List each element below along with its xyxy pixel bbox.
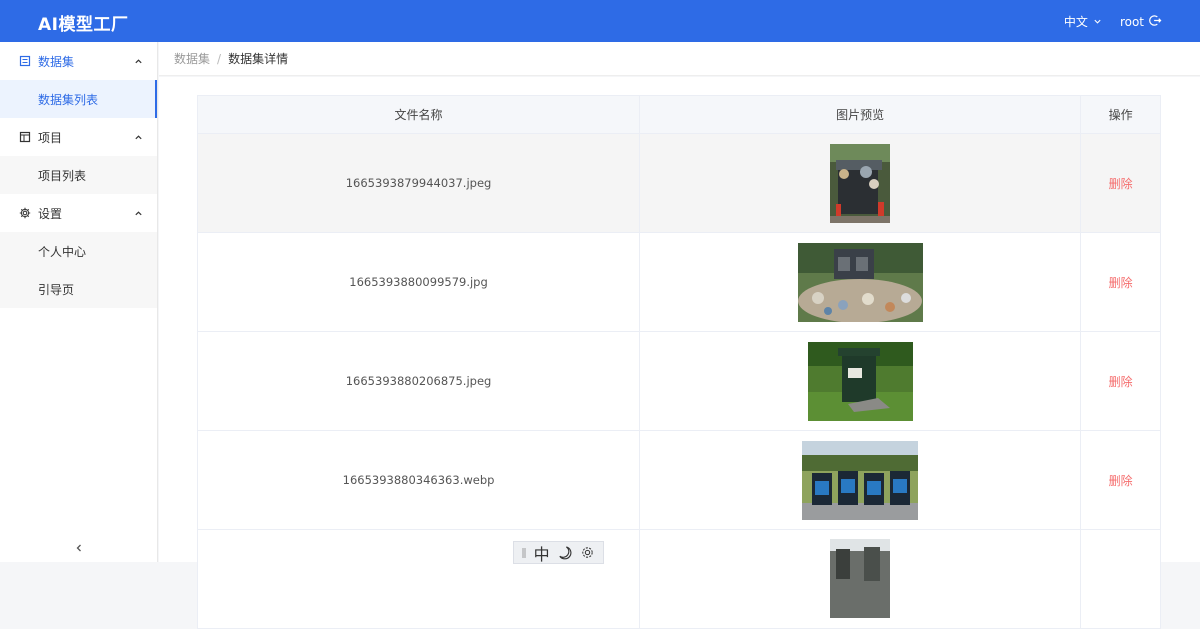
action-cell: 删除 (1081, 134, 1160, 232)
image-preview-thumbnail[interactable] (830, 539, 891, 618)
table-row: 1665393879944037.jpeg 删除 (198, 134, 1160, 233)
sidebar-item-project-list[interactable]: 项目列表 (0, 156, 157, 194)
file-name-cell: 1665393880206875.jpeg (198, 332, 641, 430)
breadcrumb-dataset[interactable]: 数据集 (174, 50, 210, 67)
table-row: 1665393880346363.webp 删除 (198, 431, 1160, 530)
logout-icon[interactable] (1149, 14, 1162, 30)
delete-button[interactable]: 删除 (1109, 373, 1133, 390)
sidebar-item-profile[interactable]: 个人中心 (0, 232, 157, 270)
action-cell: 删除 (1081, 233, 1160, 331)
username-label: root (1119, 14, 1144, 29)
preview-cell (640, 134, 1082, 232)
menu-header-dataset[interactable]: 数据集 (0, 42, 157, 80)
menu-group-settings: 设置 个人中心 引导页 (0, 194, 157, 308)
chevron-up-icon (134, 207, 143, 221)
dataset-detail-table: 文件名称 图片预览 操作 1665393879944037.jpeg 删除 16… (197, 95, 1161, 629)
menu-header-settings[interactable]: 设置 (0, 194, 157, 232)
sidebar-item-guide[interactable]: 引导页 (0, 270, 157, 308)
breadcrumb-separator: / (217, 51, 222, 66)
sidebar-collapse-button[interactable] (70, 540, 88, 558)
menu-header-label: 数据集 (38, 54, 75, 69)
sidebar: 数据集 数据集列表 项目 项目列表 设置 个人中心 引导页 (0, 42, 158, 562)
user-logout[interactable]: root (1120, 14, 1162, 30)
chevron-up-icon (134, 131, 143, 145)
sidebar-item-label: 项目列表 (38, 168, 87, 183)
preview-cell (640, 530, 1082, 628)
ime-floating-toolbar: 中 (513, 541, 604, 564)
image-preview-thumbnail[interactable] (802, 440, 919, 520)
action-cell: 删除 (1081, 431, 1160, 529)
chevron-up-icon (134, 55, 143, 69)
menu-group-dataset: 数据集 数据集列表 (0, 42, 157, 118)
file-name-cell: 1665393880346363.webp (198, 431, 641, 529)
delete-button[interactable]: 删除 (1109, 472, 1133, 489)
table-row (198, 530, 1160, 629)
preview-cell (640, 431, 1082, 529)
delete-button[interactable]: 删除 (1109, 274, 1133, 291)
language-dropdown[interactable]: 中文 (1064, 13, 1102, 30)
chevron-left-icon (74, 542, 84, 556)
breadcrumb: 数据集 / 数据集详情 (159, 42, 1200, 76)
header-preview: 图片预览 (640, 96, 1082, 133)
sidebar-item-dataset-list[interactable]: 数据集列表 (0, 80, 157, 118)
menu-header-label: 项目 (38, 130, 63, 145)
sidebar-item-label: 个人中心 (38, 244, 87, 259)
sidebar-item-label: 引导页 (38, 282, 75, 297)
image-preview-thumbnail[interactable] (807, 341, 913, 421)
header-action: 操作 (1108, 108, 1133, 122)
gear-icon[interactable] (580, 545, 595, 560)
top-navbar: AI模型工厂 中文 root (0, 0, 1200, 42)
action-cell: 删除 (1081, 332, 1160, 430)
delete-button[interactable]: 删除 (1109, 175, 1133, 192)
file-name-cell: 1665393880099579.jpg (198, 233, 641, 331)
project-icon (18, 130, 32, 144)
table-row: 1665393880099579.jpg 删除 (198, 233, 1160, 332)
gear-icon (18, 206, 32, 220)
language-label: 中文 (1063, 15, 1088, 29)
table-row: 1665393880206875.jpeg 删除 (198, 332, 1160, 431)
action-cell (1081, 530, 1160, 628)
preview-cell (640, 233, 1082, 331)
app-logo-title[interactable]: AI模型工厂 (38, 10, 128, 35)
breadcrumb-current: 数据集详情 (228, 52, 289, 66)
moon-icon[interactable] (557, 545, 572, 560)
file-name-cell: 1665393879944037.jpeg (198, 134, 641, 232)
image-preview-thumbnail[interactable] (797, 242, 923, 322)
header-actions: 中文 root (1064, 13, 1162, 30)
sidebar-item-label: 数据集列表 (38, 92, 99, 107)
menu-header-project[interactable]: 项目 (0, 118, 157, 156)
header-file-name: 文件名称 (198, 96, 641, 133)
image-preview-thumbnail[interactable] (830, 143, 891, 223)
menu-group-project: 项目 项目列表 (0, 118, 157, 194)
main-content: 文件名称 图片预览 操作 1665393879944037.jpeg 删除 16… (159, 77, 1200, 629)
drag-handle-icon[interactable] (522, 547, 526, 559)
menu-header-label: 设置 (38, 206, 63, 221)
preview-cell (640, 332, 1082, 430)
ime-language-toggle[interactable]: 中 (534, 541, 550, 565)
list-icon (18, 54, 32, 68)
table-header: 文件名称 图片预览 操作 (198, 96, 1160, 134)
chevron-down-icon (1093, 15, 1102, 29)
